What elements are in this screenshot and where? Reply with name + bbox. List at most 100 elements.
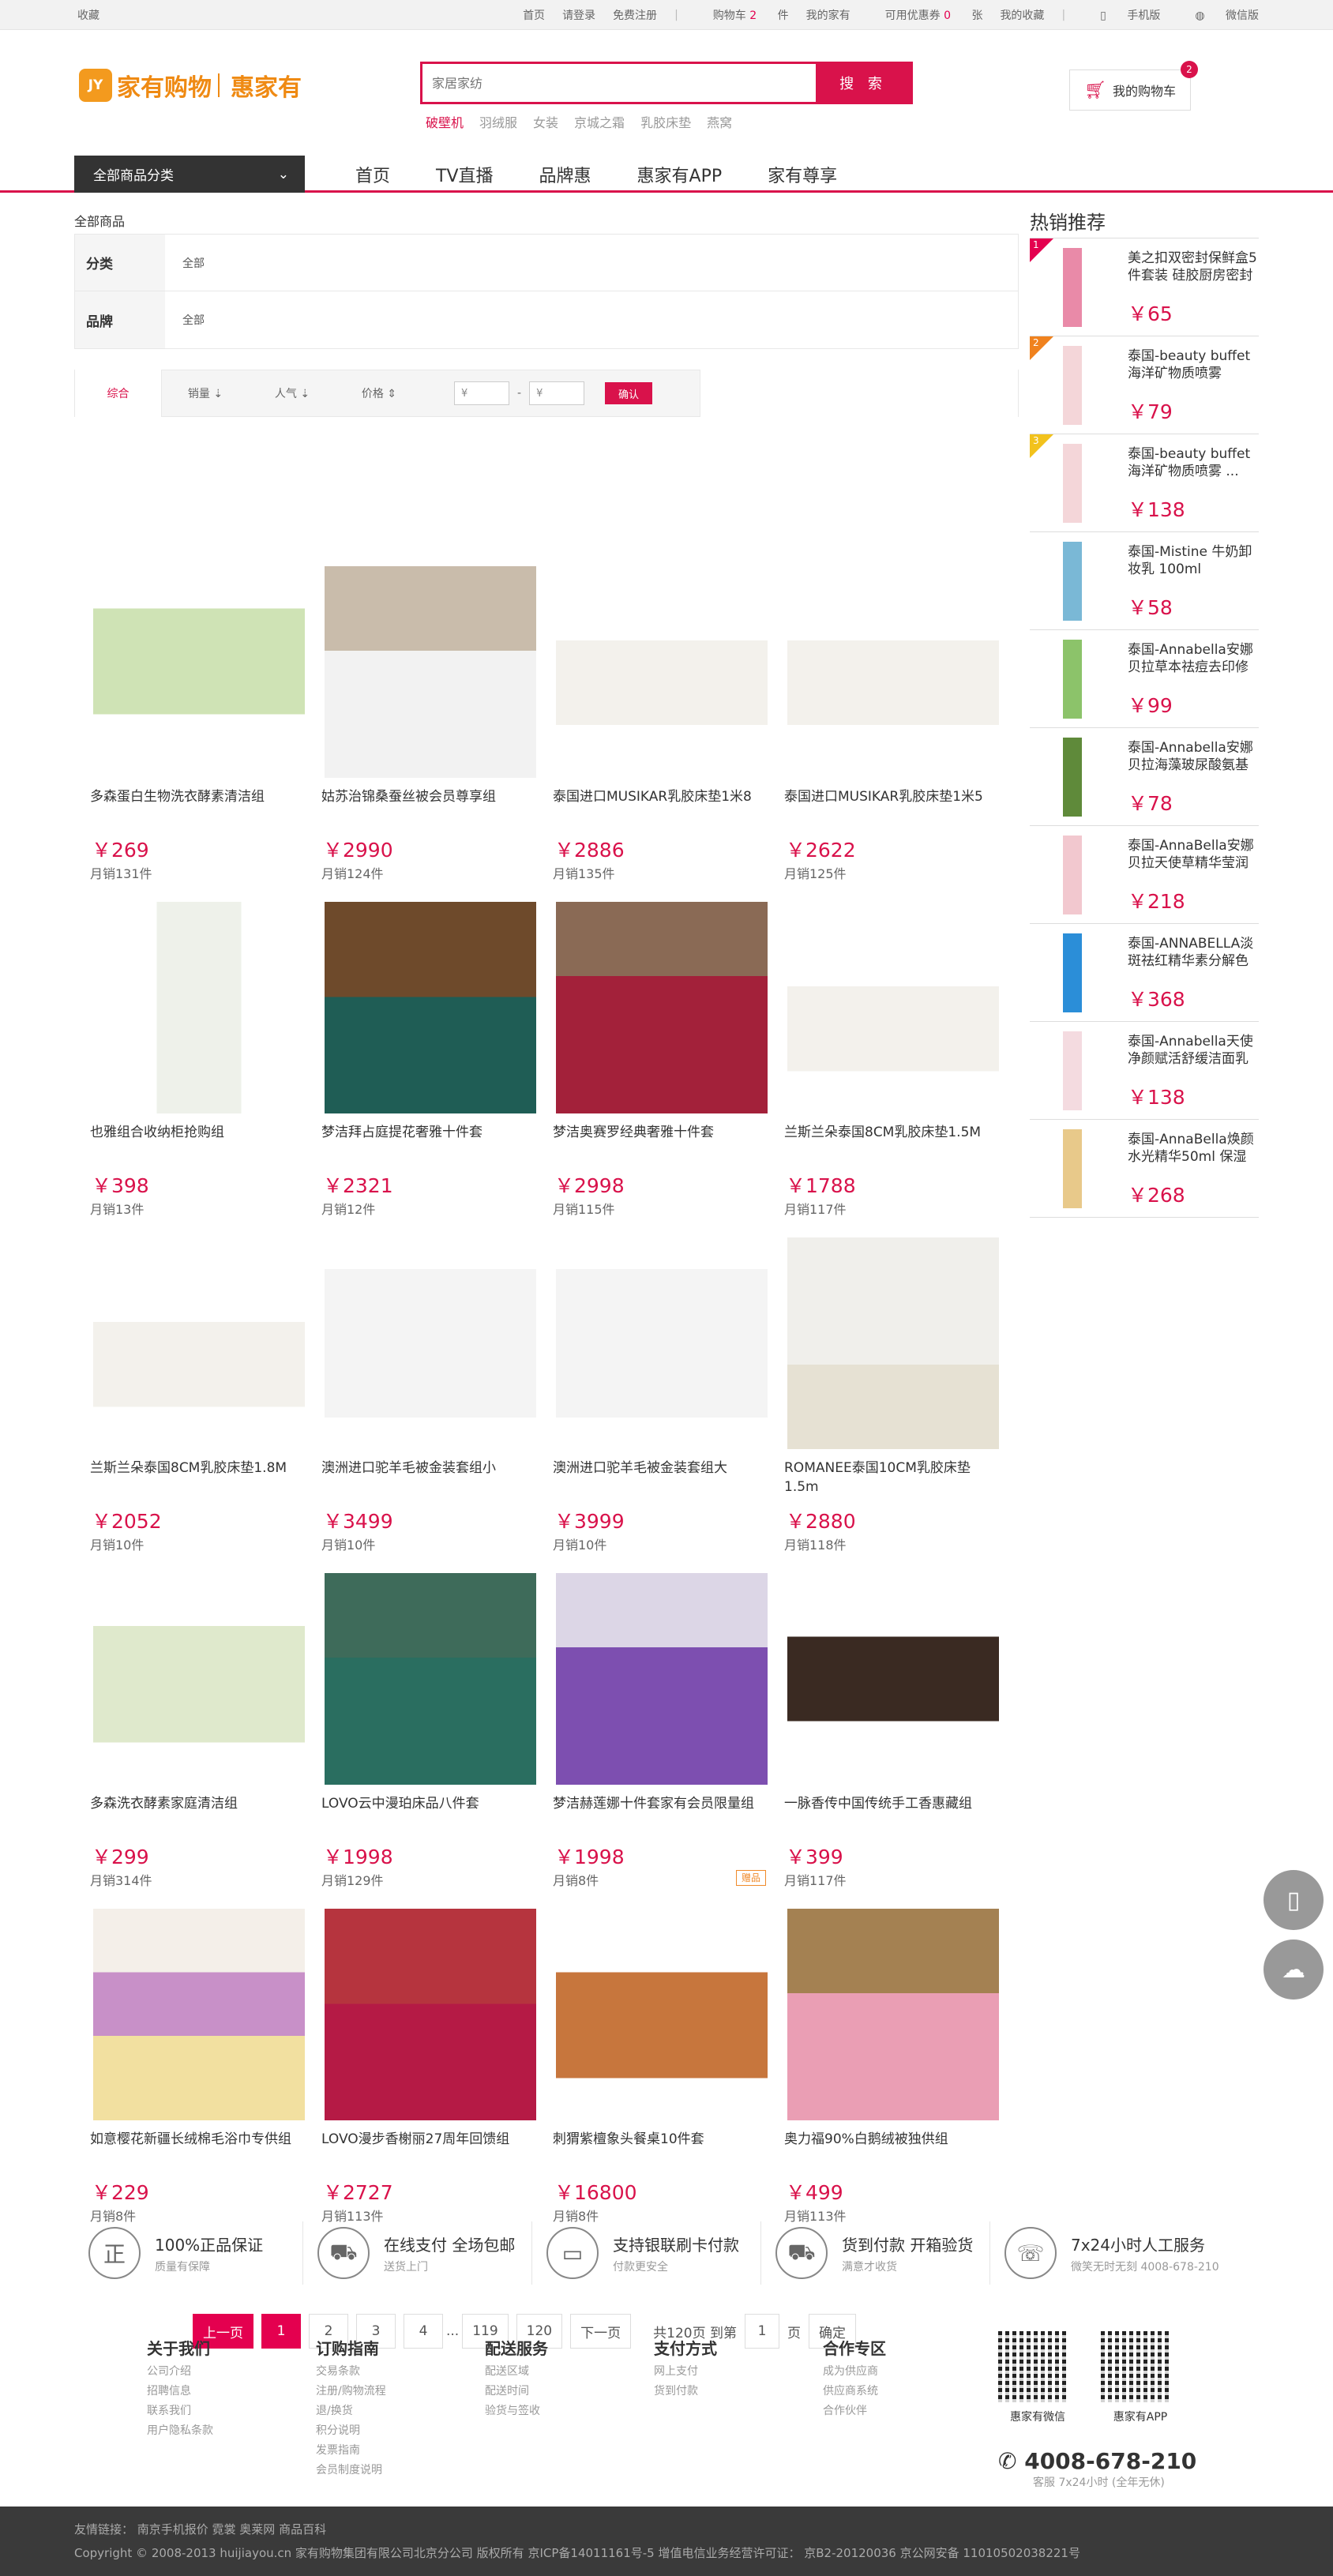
product-card[interactable]: 姑苏治锦桑蚕丝被会员尊享组 ￥2990 月销124件 — [318, 566, 536, 882]
product-image[interactable] — [325, 1573, 536, 1785]
product-card[interactable]: 多森洗衣酵素家庭清洁组 ￥299 月销314件 — [87, 1573, 305, 1889]
sidebar-item-name[interactable]: 泰国-AnnaBella安娜贝拉天使草精华莹润 — [1128, 837, 1259, 872]
breadcrumb[interactable]: 全部商品 — [74, 210, 1019, 234]
product-image[interactable] — [556, 1237, 768, 1449]
product-card[interactable]: 梦洁拜占庭提花奢雅十件套 ￥2321 月销12件 — [318, 902, 536, 1218]
sidebar-item-image[interactable] — [1033, 933, 1112, 1012]
coupon-link[interactable]: 可用优惠券 0 张 — [868, 7, 983, 23]
footer-link[interactable]: 发票指南 — [316, 2441, 386, 2461]
product-image[interactable] — [93, 1909, 305, 2120]
product-image[interactable] — [93, 1573, 305, 1785]
product-image[interactable] — [325, 1909, 536, 2120]
sort-sales[interactable]: 销量 ⇣ — [162, 370, 249, 417]
sidebar-item-name[interactable]: 泰国-beauty buffet海洋矿物质喷雾 — [1128, 347, 1259, 382]
sidebar-item-name[interactable]: 泰国-Annabella安娜贝拉海藻玻尿酸氨基 — [1128, 739, 1259, 774]
product-name[interactable]: 泰国进口MUSIKAR乳胶床垫1米5 — [781, 787, 997, 827]
hot-word[interactable]: 燕窝 — [707, 112, 732, 131]
price-confirm-button[interactable]: 确认 — [605, 382, 653, 404]
nav-home[interactable]: 首页 — [355, 162, 390, 187]
product-name[interactable]: 一脉香传中国传统手工香惠藏组 — [781, 1794, 997, 1834]
product-card[interactable]: 刺猬紫檀象头餐桌10件套 ￥16800 月销8件 — [550, 1909, 768, 2225]
footer-link[interactable]: 积分说明 — [316, 2421, 386, 2441]
nav-premium[interactable]: 家有尊享 — [768, 162, 837, 187]
sidebar-item-image[interactable] — [1033, 1031, 1112, 1110]
nav-tv-live[interactable]: TV直播 — [436, 162, 494, 187]
sidebar-item[interactable]: 泰国-Annabella安娜贝拉草本祛痘去印修 ￥99 — [1030, 630, 1259, 728]
product-card[interactable]: 兰斯兰朵泰国8CM乳胶床垫1.5M ￥1788 月销117件 — [781, 902, 999, 1218]
collect-link[interactable]: 收藏 — [77, 7, 100, 23]
sidebar-item[interactable]: 泰国-AnnaBella安娜贝拉天使草精华莹润 ￥218 — [1030, 826, 1259, 924]
product-image[interactable] — [556, 1909, 768, 2120]
sidebar-item-image[interactable] — [1033, 836, 1112, 914]
product-name[interactable]: 多森蛋白生物洗衣酵素清洁组 — [87, 787, 303, 827]
footer-link[interactable]: 验货与签收 — [485, 2401, 548, 2421]
sidebar-item[interactable]: 泰国-Annabella天使净颜赋活舒缓洁面乳 ￥138 — [1030, 1022, 1259, 1120]
product-card[interactable]: 泰国进口MUSIKAR乳胶床垫1米8 ￥2886 月销135件 — [550, 566, 768, 882]
sidebar-item-name[interactable]: 泰国-AnnaBella焕颜水光精华50ml 保湿补 — [1128, 1131, 1259, 1166]
sidebar-item[interactable]: 泰国-Annabella安娜贝拉海藻玻尿酸氨基 ￥78 — [1030, 728, 1259, 826]
sidebar-item-name[interactable]: 泰国-ANNABELLA淡斑祛红精华素分解色 — [1128, 935, 1259, 970]
product-name[interactable]: 奥力福90%白鹅绒被独供组 — [781, 2130, 997, 2169]
sidebar-item[interactable]: 3 泰国-beauty buffet海洋矿物质喷雾 ... ￥138 — [1030, 434, 1259, 532]
sidebar-item-name[interactable]: 泰国-Annabella天使净颜赋活舒缓洁面乳 — [1128, 1033, 1259, 1068]
product-image[interactable] — [787, 1573, 999, 1785]
site-logo[interactable]: JY 家有购物 惠家有 — [79, 68, 302, 103]
product-image[interactable] — [556, 1573, 768, 1785]
filter-value[interactable]: 全部 — [165, 291, 1018, 348]
sort-price[interactable]: 价格 ⇕ — [336, 370, 422, 417]
footer-link[interactable]: 配送时间 — [485, 2382, 548, 2401]
home-link[interactable]: 首页 — [523, 7, 545, 23]
register-link[interactable]: 免费注册 — [613, 7, 657, 23]
login-link[interactable]: 请登录 — [562, 7, 595, 23]
product-card[interactable]: 兰斯兰朵泰国8CM乳胶床垫1.8M ￥2052 月销10件 — [87, 1237, 305, 1553]
mobile-float-button[interactable]: ▯ — [1264, 1870, 1324, 1930]
product-card[interactable]: 梦洁奥赛罗经典奢雅十件套 ￥2998 月销115件 — [550, 902, 768, 1218]
sidebar-item[interactable]: 泰国-AnnaBella焕颜水光精华50ml 保湿补 ￥268 — [1030, 1120, 1259, 1218]
product-card[interactable]: 奥力福90%白鹅绒被独供组 ￥499 月销113件 — [781, 1909, 999, 2225]
product-card[interactable]: ROMANEE泰国10CM乳胶床垫1.5m ￥2880 月销118件 — [781, 1237, 999, 1553]
sidebar-item-image[interactable] — [1033, 542, 1112, 621]
footer-link[interactable]: 交易条款 — [316, 2362, 386, 2382]
mobile-link[interactable]: ▯ 手机版 — [1083, 7, 1160, 23]
product-name[interactable]: 泰国进口MUSIKAR乳胶床垫1米8 — [550, 787, 766, 827]
product-name[interactable]: LOVO漫步香榭丽27周年回馈组 — [318, 2130, 535, 2169]
all-categories-button[interactable]: 全部商品分类 ⌄ — [74, 156, 305, 193]
product-image[interactable] — [325, 566, 536, 778]
product-name[interactable]: 澳洲进口驼羊毛被金装套组大 — [550, 1459, 766, 1498]
favorites-link[interactable]: 我的收藏 — [1000, 7, 1044, 23]
sidebar-item[interactable]: 1 美之扣双密封保鲜盒5件套装 硅胶厨房密封 ￥65 — [1030, 238, 1259, 336]
product-name[interactable]: 刺猬紫檀象头餐桌10件套 — [550, 2130, 766, 2169]
search-input[interactable] — [422, 64, 816, 102]
footer-link[interactable]: 供应商系统 — [823, 2382, 886, 2401]
footer-link[interactable]: 用户隐私条款 — [147, 2421, 213, 2441]
footer-link[interactable]: 会员制度说明 — [316, 2461, 386, 2480]
product-name[interactable]: ROMANEE泰国10CM乳胶床垫1.5m — [781, 1459, 997, 1498]
footer-link[interactable]: 货到付款 — [654, 2382, 717, 2401]
sidebar-item-name[interactable]: 美之扣双密封保鲜盒5件套装 硅胶厨房密封 — [1128, 250, 1259, 284]
product-image[interactable] — [787, 1237, 999, 1449]
footer-link[interactable]: 联系我们 — [147, 2401, 213, 2421]
product-name[interactable]: 多森洗衣酵素家庭清洁组 — [87, 1794, 303, 1834]
wechat-float-button[interactable]: ☁ — [1264, 1940, 1324, 2000]
product-card[interactable]: LOVO漫步香榭丽27周年回馈组 ￥2727 月销113件 — [318, 1909, 536, 2225]
hot-word[interactable]: 女装 — [533, 112, 558, 131]
product-name[interactable]: 梦洁赫莲娜十件套家有会员限量组 — [550, 1794, 766, 1834]
product-card[interactable]: LOVO云中漫珀床品八件套 ￥1998 月销129件 — [318, 1573, 536, 1889]
product-name[interactable]: 如意樱花新疆长绒棉毛浴巾专供组 — [87, 2130, 303, 2169]
product-name[interactable]: 兰斯兰朵泰国8CM乳胶床垫1.5M — [781, 1123, 997, 1162]
product-image[interactable] — [93, 566, 305, 778]
sidebar-item[interactable]: 2 泰国-beauty buffet海洋矿物质喷雾 ￥79 — [1030, 336, 1259, 434]
product-image[interactable] — [556, 902, 768, 1113]
product-name[interactable]: 梦洁拜占庭提花奢雅十件套 — [318, 1123, 535, 1162]
product-card[interactable]: 也雅组合收纳柜抢购组 ￥398 月销13件 — [87, 902, 305, 1218]
sidebar-item-name[interactable]: 泰国-Mistine 牛奶卸妆乳 100ml — [1128, 543, 1259, 578]
product-image[interactable] — [556, 566, 768, 778]
filter-value[interactable]: 全部 — [165, 235, 1018, 291]
friend-links[interactable]: 友情链接： 南京手机报价 霓裳 奥莱网 商品百科 — [74, 2518, 1259, 2541]
footer-link[interactable]: 网上支付 — [654, 2362, 717, 2382]
price-max-input[interactable]: ¥ — [529, 381, 585, 405]
product-card[interactable]: 泰国进口MUSIKAR乳胶床垫1米5 ￥2622 月销125件 — [781, 566, 999, 882]
product-name[interactable]: 梦洁奥赛罗经典奢雅十件套 — [550, 1123, 766, 1162]
my-cart-button[interactable]: 🛒︎ 我的购物车 2 — [1069, 61, 1198, 111]
product-name[interactable]: 姑苏治锦桑蚕丝被会员尊享组 — [318, 787, 535, 827]
